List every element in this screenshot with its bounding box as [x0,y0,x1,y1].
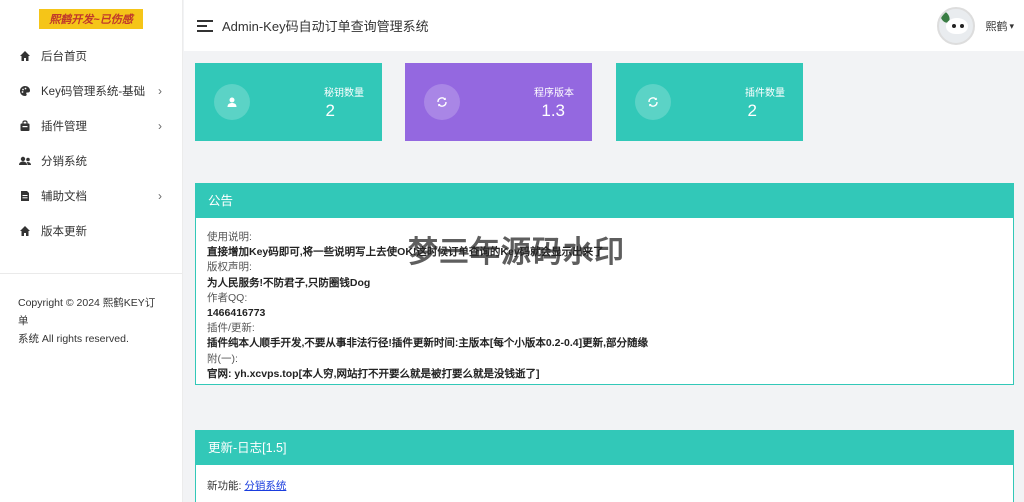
copyright: Copyright © 2024 熙鹤KEY订单 系统 All rights r… [0,274,182,368]
sidebar-item-version-update[interactable]: 版本更新 [0,213,182,248]
refresh-icon [635,84,671,120]
notice-title: 公告 [196,184,1013,218]
sidebar-item-label: 版本更新 [41,225,87,238]
distribution-link[interactable]: 分销系统 [244,480,286,492]
chevron-right-icon: › [158,188,162,203]
notice-text: 为人民服务!不防君子,只防圈钱Dog [207,276,371,289]
notice-label: 附(一): [207,352,238,365]
sidebar-item-label: 辅助文档 [41,190,87,203]
notice-text: 官网: yh.xcvps.top[本人穷,网站打不开要么就是被打要么就是没钱逝了… [207,367,540,380]
watermark: 梦三年源码水印 [408,235,625,270]
sidebar-item-dashboard[interactable]: 后台首页 [0,38,182,73]
top-header: Admin-Key码自动订单查询管理系统 熙鹤 ▾ [184,0,1024,51]
sidebar-item-key-management[interactable]: Key码管理系统-基础 › [0,73,182,108]
chevron-right-icon: › [158,118,162,133]
stat-value: 2 [747,101,757,120]
chevron-right-icon: › [158,83,162,98]
notice-panel: 公告 使用说明: 直接增加Key码即可,将一些说明写上去使OK!这时候订单查询的… [195,183,1014,385]
stat-card-version: 程序版本 1.3 [405,63,592,141]
user-menu[interactable]: 熙鹤 ▾ [937,7,1014,45]
sidebar-nav: 后台首页 Key码管理系统-基础 › 插件管理 › 分销系统 辅助文档 › 版本… [0,38,182,248]
stat-card-plugins: 插件数量 2 [616,63,803,141]
caret-down-icon[interactable]: ▾ [1009,21,1014,32]
users-icon [17,155,33,167]
sidebar-item-distribution[interactable]: 分销系统 [0,143,182,178]
changelog-body: 新功能: 分销系统 [196,465,1013,502]
document-icon [17,190,33,202]
home-icon [17,50,33,62]
sidebar-item-label: 后台首页 [41,50,87,63]
home-icon [17,225,33,237]
palette-icon [17,85,33,97]
sidebar-item-docs[interactable]: 辅助文档 › [0,178,182,213]
changelog-panel: 更新-日志[1.5] 新功能: 分销系统 [195,430,1014,502]
copyright-line: Copyright © 2024 熙鹤KEY订单 [18,297,156,327]
logo[interactable]: 熙鹤开发~已伤感 [0,0,182,38]
sidebar-item-label: 分销系统 [41,155,87,168]
page-title: Admin-Key码自动订单查询管理系统 [222,19,429,34]
sidebar-item-plugins[interactable]: 插件管理 › [0,108,182,143]
stat-label: 插件数量 [745,88,785,99]
changelog-label: 新功能: [207,480,242,492]
copyright-line: 系统 All rights reserved. [18,333,129,345]
stat-label: 秘钥数量 [324,88,364,99]
notice-text: 插件纯本人顺手开发,不要从事非法行径!插件更新时间:主版本[每个小版本0.2-0… [207,337,649,350]
stat-value: 2 [325,101,335,120]
notice-label: 作者QQ: [207,291,248,304]
avatar[interactable] [937,7,976,45]
logo-text: 熙鹤开发~已伤感 [39,9,143,29]
bag-icon [17,119,33,132]
notice-text: 1466416773 [207,307,266,320]
stat-label: 程序版本 [534,88,574,99]
stat-value: 1.3 [541,101,565,120]
sidebar: 熙鹤开发~已伤感 后台首页 Key码管理系统-基础 › 插件管理 › 分销系统 … [0,0,183,502]
user-icon [214,84,250,120]
changelog-title: 更新-日志[1.5] [196,431,1013,465]
menu-toggle-icon[interactable] [197,17,213,35]
refresh-icon [424,84,460,120]
notice-label: 插件/更新: [207,322,255,335]
sidebar-item-label: 插件管理 [41,120,87,133]
username[interactable]: 熙鹤 [985,18,1007,34]
stat-card-keys: 秘钥数量 2 [195,63,382,141]
sidebar-item-label: Key码管理系统-基础 [41,85,146,98]
